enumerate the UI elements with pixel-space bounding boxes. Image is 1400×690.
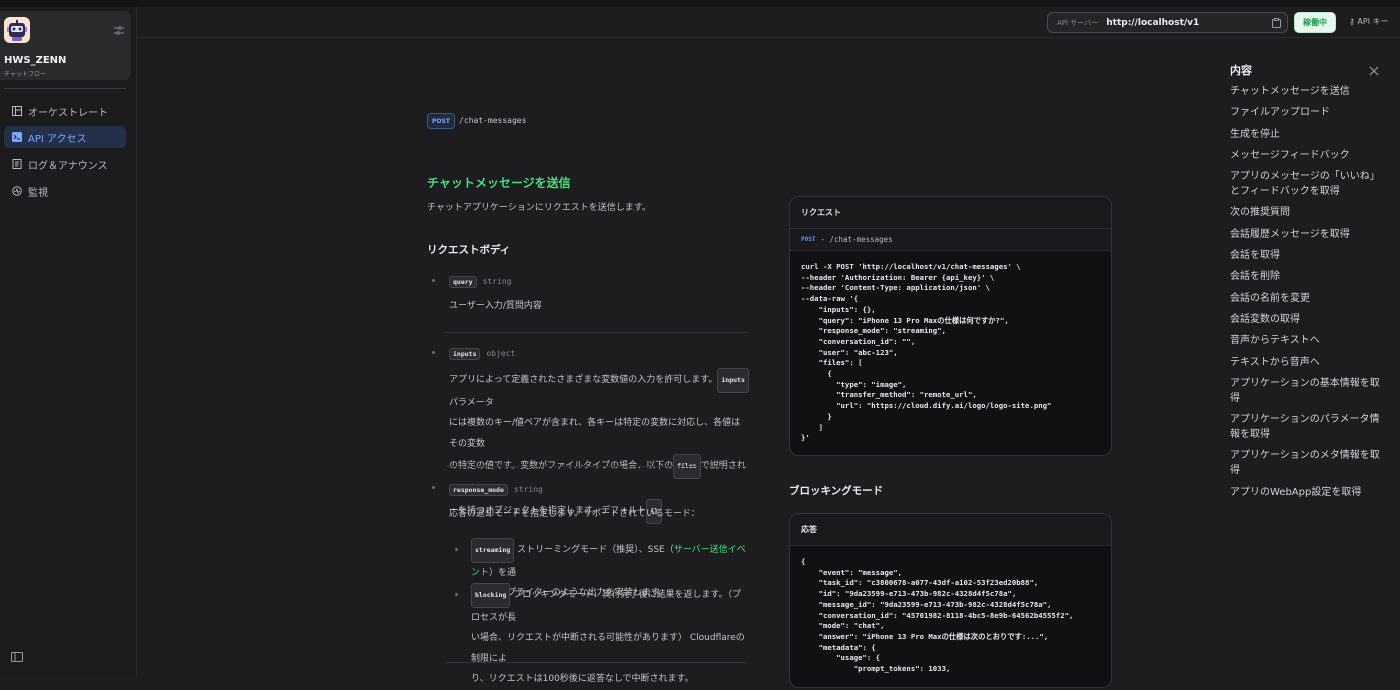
inline-code: blocking	[471, 583, 511, 608]
blocking-mode-title: ブロッキングモード	[789, 485, 884, 497]
desc-text: には複数のキー/値ペアが含まれ、各キーは特定の変数に対応し、各値はその変数	[449, 418, 741, 449]
robot-avatar-icon	[4, 17, 30, 43]
request-code-block[interactable]: curl -X POST 'http://localhost/v1/chat-m…	[790, 251, 1111, 455]
nav-api-access[interactable]: API アクセス	[4, 126, 126, 148]
param-query: query string	[449, 276, 511, 288]
toc-item[interactable]: アプリのメッセージの「いいね」とフィードバックを取得	[1230, 169, 1385, 199]
layout-icon	[12, 106, 22, 116]
toc-item[interactable]: 会話を取得	[1230, 248, 1385, 263]
param-response-mode: response_mode string	[449, 484, 543, 496]
terminal-icon	[12, 132, 22, 142]
desc-text: ）を通	[489, 567, 517, 578]
divider	[445, 332, 747, 333]
param-inputs: inputs object	[449, 348, 515, 360]
sidebar-collapse-icon[interactable]	[11, 652, 23, 662]
app-name: HWS_ZENN	[4, 55, 67, 66]
nav-orchestrate[interactable]: オーケストレート	[4, 100, 126, 122]
divider	[445, 662, 747, 663]
table-of-contents: 内容 チャットメッセージを送信 ファイルアップロード 生成を停止 メッセージフィ…	[1230, 62, 1385, 506]
settings-toggle-icon[interactable]	[113, 26, 125, 36]
app-type: チャットフロー	[4, 71, 46, 78]
sidebar-divider	[4, 88, 126, 89]
param-name: response_mode	[449, 484, 508, 496]
desc-text: ブロッキングモード、実行完了後に結果を返します。（プロセスが長	[471, 590, 742, 623]
response-code-panel: 応答 { "event": "message", "task_id": "c38…	[789, 513, 1112, 688]
toc-item[interactable]: ファイルアップロード	[1230, 105, 1385, 120]
nav-label: オーケストレート	[28, 107, 108, 119]
status-badge: 稼働中	[1294, 12, 1336, 33]
request-body-title: リクエストボディ	[427, 244, 511, 256]
app-card[interactable]: HWS_ZENN チャットフロー	[0, 11, 131, 80]
toc-item[interactable]: 会話の名前を変更	[1230, 291, 1385, 306]
toc-item[interactable]: 音声からテキストへ	[1230, 333, 1385, 348]
section-title[interactable]: チャットメッセージを送信	[427, 174, 571, 191]
document-icon	[12, 159, 22, 169]
bullet	[432, 486, 435, 489]
param-description: アプリによって定義されたさまざまな変数値の入力を許可します。 inputs パラメー…	[449, 368, 749, 524]
toc-item[interactable]: テキストから音声へ	[1230, 355, 1385, 370]
bullet	[455, 548, 458, 551]
bullet	[455, 593, 458, 596]
param-type: string	[513, 485, 543, 494]
panel-endpoint: POST - /chat-messages	[790, 229, 1111, 251]
toc-item[interactable]: 会話履歴メッセージを取得	[1230, 227, 1385, 242]
toc-item[interactable]: 生成を停止	[1230, 127, 1385, 142]
endpoint-path: /chat-messages	[459, 116, 527, 125]
nav-label: API アクセス	[28, 133, 87, 145]
response-code-block[interactable]: { "event": "message", "task_id": "c38006…	[790, 546, 1111, 686]
panel-title: リクエスト	[790, 197, 1111, 229]
param-type: object	[486, 349, 516, 358]
bullet	[432, 279, 435, 282]
bullet	[432, 351, 435, 354]
method-label: POST	[801, 236, 816, 243]
api-server-url: http://localhost/v1	[1106, 17, 1200, 28]
panel-title: 応答	[790, 514, 1111, 546]
copy-icon[interactable]	[1272, 18, 1281, 28]
section-description: チャットアプリケーションにリクエストを送信します。	[427, 203, 651, 213]
toc-item[interactable]: アプリケーションのメタ情報を取得	[1230, 448, 1385, 478]
toc-title: 内容	[1230, 64, 1252, 77]
method-badge: POST	[427, 113, 455, 129]
sidebar: HWS_ZENN チャットフロー オーケストレート API アクセス ログ＆アナ…	[0, 7, 137, 675]
api-server-field[interactable]: API サーバー http://localhost/v1	[1047, 12, 1288, 33]
nav-monitoring[interactable]: 監視	[4, 180, 126, 202]
desc-text: パラメータ	[449, 397, 494, 408]
separator: -	[820, 235, 830, 244]
toc-item[interactable]: アプリケーションの基本情報を取得	[1230, 376, 1385, 406]
monitor-icon	[12, 186, 22, 196]
close-icon[interactable]	[1369, 66, 1379, 76]
inline-code: streaming	[471, 538, 515, 563]
api-key-label: API キー	[1357, 17, 1389, 26]
top-bar: API サーバー http://localhost/v1 稼働中 ⚷ API キ…	[137, 7, 1400, 38]
window-top-strip	[0, 0, 1400, 7]
toc-item[interactable]: メッセージフィードバック	[1230, 148, 1385, 163]
param-description: ユーザー入力/質問内容	[449, 301, 542, 311]
desc-text: り、リクエストは100秒後に返答なしで中断されます。	[471, 674, 694, 684]
toc-item[interactable]: アプリのWebApp設定を取得	[1230, 485, 1385, 500]
param-name: inputs	[449, 348, 481, 360]
param-name: query	[449, 276, 477, 288]
nav-logs[interactable]: ログ＆アナウンス	[4, 153, 126, 175]
endpoint-path: /chat-messages	[829, 235, 893, 244]
desc-text: ストリーミングモード（推奨）、SSE（	[517, 545, 674, 555]
toc-item[interactable]: チャットメッセージを送信	[1230, 84, 1385, 99]
param-description: 応答の返却モードを指定します。サポートされているモード：	[449, 509, 700, 519]
nav-label: ログ＆アナウンス	[28, 160, 108, 172]
param-type: string	[482, 277, 512, 286]
request-code-panel: リクエスト POST - /chat-messages curl -X POST …	[789, 196, 1112, 456]
toc-item[interactable]: アプリケーションのパラメータ情報を取得	[1230, 412, 1385, 442]
toc-item[interactable]: 次の推奨質問	[1230, 205, 1385, 220]
api-key-button[interactable]: ⚷ API キー	[1349, 16, 1389, 27]
nav-label: 監視	[28, 187, 48, 199]
toc-item[interactable]: 会話変数の取得	[1230, 312, 1385, 327]
toc-item[interactable]: 会話を削除	[1230, 269, 1385, 284]
inline-code: inputs	[717, 368, 749, 393]
divider	[445, 466, 747, 467]
api-server-label: API サーバー	[1057, 18, 1099, 27]
mode-blocking: blocking ブロッキングモード、実行完了後に結果を返します。（プロセスが長…	[471, 583, 749, 690]
desc-text: アプリによって定義されたさまざまな変数値の入力を許可します。	[449, 375, 718, 385]
